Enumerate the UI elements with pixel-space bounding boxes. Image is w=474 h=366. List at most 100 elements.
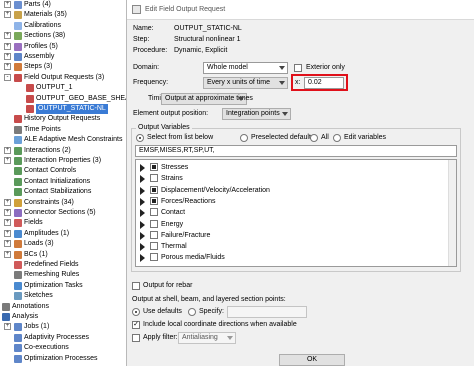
expand-arrow-icon[interactable] [140,175,145,184]
variable-category-row[interactable]: Porous media/Fluids [136,252,456,263]
tree-item[interactable]: + Parts (4) [0,0,128,10]
apply-filter-checkbox[interactable] [132,334,140,342]
expand-arrow-icon[interactable] [140,197,145,206]
variable-category-row[interactable]: Forces/Reactions [136,196,456,207]
expand-arrow-icon[interactable] [140,164,145,172]
tree-item[interactable]: History Output Requests [0,114,128,124]
specify-radio[interactable] [188,308,196,316]
tree-item[interactable]: Co-executions [0,343,128,353]
expand-icon[interactable]: + [4,209,11,216]
expand-icon[interactable]: + [4,219,11,227]
tree-item[interactable]: + Amplitudes (1) [0,229,128,239]
tree-item[interactable]: + Assembly [0,52,128,62]
tree-item[interactable]: Contact Controls [0,166,128,176]
variable-category-row[interactable]: Stresses [136,162,456,173]
tree-item[interactable]: OUTPUT_GEO_BASE_SHEAR_TB [0,94,128,104]
variable-category-row[interactable]: Displacement/Velocity/Acceleration [136,185,456,196]
variable-category-checkbox[interactable] [150,230,158,239]
output-for-rebar-checkbox[interactable] [132,282,140,290]
tree-item[interactable]: + Profiles (5) [0,42,128,52]
variable-category-row[interactable]: Failure/Fracture [136,230,456,241]
variable-category-checkbox[interactable] [150,219,158,228]
tree-item[interactable]: + Fields [0,218,128,228]
expand-arrow-icon[interactable] [140,186,145,195]
tree-item[interactable]: Optimization Processes [0,354,128,364]
all-radio[interactable] [310,134,318,142]
dialog-title-bar[interactable]: Edit Field Output Request [127,0,474,20]
tree-item[interactable]: Predefined Fields [0,260,128,270]
domain-select[interactable]: Whole model [203,62,288,74]
expand-icon[interactable]: + [4,250,11,258]
variable-category-label: Forces/Reactions [161,197,216,205]
variable-category-checkbox[interactable] [150,174,158,183]
tree-item[interactable]: OUTPUT_1 [0,83,128,93]
expand-icon[interactable]: + [4,229,11,237]
expand-icon[interactable]: + [4,1,11,8]
expand-icon[interactable]: + [4,32,11,40]
expand-icon[interactable]: + [4,240,11,248]
variable-category-checkbox[interactable] [150,242,158,251]
variable-category-checkbox[interactable] [150,253,158,262]
tree-item[interactable]: ALE Adaptive Mesh Constraints [0,135,128,145]
tree-item[interactable]: - Field Output Requests (3) [0,73,128,83]
tree-item[interactable]: + Connector Sections (5) [0,208,128,218]
tree-item[interactable]: OUTPUT_STATIC-NL [0,104,128,114]
ok-button[interactable]: OK [279,354,345,366]
expand-arrow-icon[interactable] [140,243,145,252]
tree-item[interactable]: + Constraints (34) [0,198,128,208]
expand-icon[interactable]: + [4,146,11,154]
variable-category-checkbox[interactable] [150,163,158,171]
expand-icon[interactable]: + [4,11,11,19]
tree-item[interactable]: + BCs (1) [0,250,128,260]
variable-category-row[interactable]: Energy [136,219,456,230]
tree-item[interactable]: + Materials (35) [0,10,128,20]
element-output-position-select[interactable]: Integration points [222,108,291,120]
select-from-list-radio[interactable] [136,134,144,142]
expand-icon[interactable]: + [4,323,11,331]
local-coord-checkbox[interactable]: ✓ [132,321,140,329]
expand-arrow-icon[interactable] [140,254,145,263]
variables-text-field[interactable]: EMSF,MISES,RT,SP,UT, [135,145,457,157]
tree-item[interactable]: -Analysis [0,312,128,322]
expand-icon[interactable]: + [4,198,11,206]
filter-select[interactable]: Antialiasing [178,332,236,344]
variable-category-row[interactable]: Contact [136,207,456,218]
tree-item[interactable]: Contact Stabilizations [0,187,128,197]
tree-item[interactable]: +Annotations [0,302,128,312]
expand-arrow-icon[interactable] [140,209,145,218]
tree-item[interactable]: Time Points [0,125,128,135]
expand-icon[interactable]: + [4,53,11,60]
tree-item[interactable]: + Loads (3) [0,239,128,249]
tree-item[interactable]: Calibrations [0,21,128,31]
edit-variables-radio[interactable] [333,134,341,142]
tree-item[interactable]: Adaptivity Processes [0,333,128,343]
expand-icon[interactable]: + [4,42,11,50]
variable-category-checkbox[interactable] [150,196,158,205]
tree-node-icon [14,125,22,134]
x-interval-input[interactable]: 0.02 [304,77,344,89]
timing-select[interactable]: Output at approximate times [161,93,253,105]
tree-item[interactable]: + Interactions (2) [0,146,128,156]
expand-arrow-icon[interactable] [140,231,145,240]
tree-item[interactable]: Sketches [0,291,128,301]
tree-item[interactable]: + Steps (3) [0,62,128,72]
variable-category-checkbox[interactable] [150,185,158,194]
tree-item[interactable]: Contact Initializations [0,177,128,187]
variable-category-row[interactable]: Thermal [136,241,456,252]
variable-category-row[interactable]: Strains [136,173,456,184]
tree-item[interactable]: + Sections (38) [0,31,128,41]
expand-icon[interactable]: + [4,157,11,164]
expand-icon[interactable]: + [4,63,11,71]
tree-item[interactable]: + Interaction Properties (3) [0,156,128,166]
exterior-only-checkbox[interactable] [294,64,302,72]
expand-arrow-icon[interactable] [140,220,145,229]
variable-category-checkbox[interactable] [150,208,158,217]
tree-item[interactable]: + Jobs (1) [0,322,128,332]
specify-input[interactable] [227,306,307,318]
tree-item[interactable]: Remeshing Rules [0,270,128,280]
collapse-icon[interactable]: - [4,73,11,81]
preselected-defaults-radio[interactable] [240,134,248,142]
frequency-select[interactable]: Every x units of time [203,77,288,89]
tree-item[interactable]: Optimization Tasks [0,281,128,291]
use-defaults-radio[interactable] [132,308,140,316]
